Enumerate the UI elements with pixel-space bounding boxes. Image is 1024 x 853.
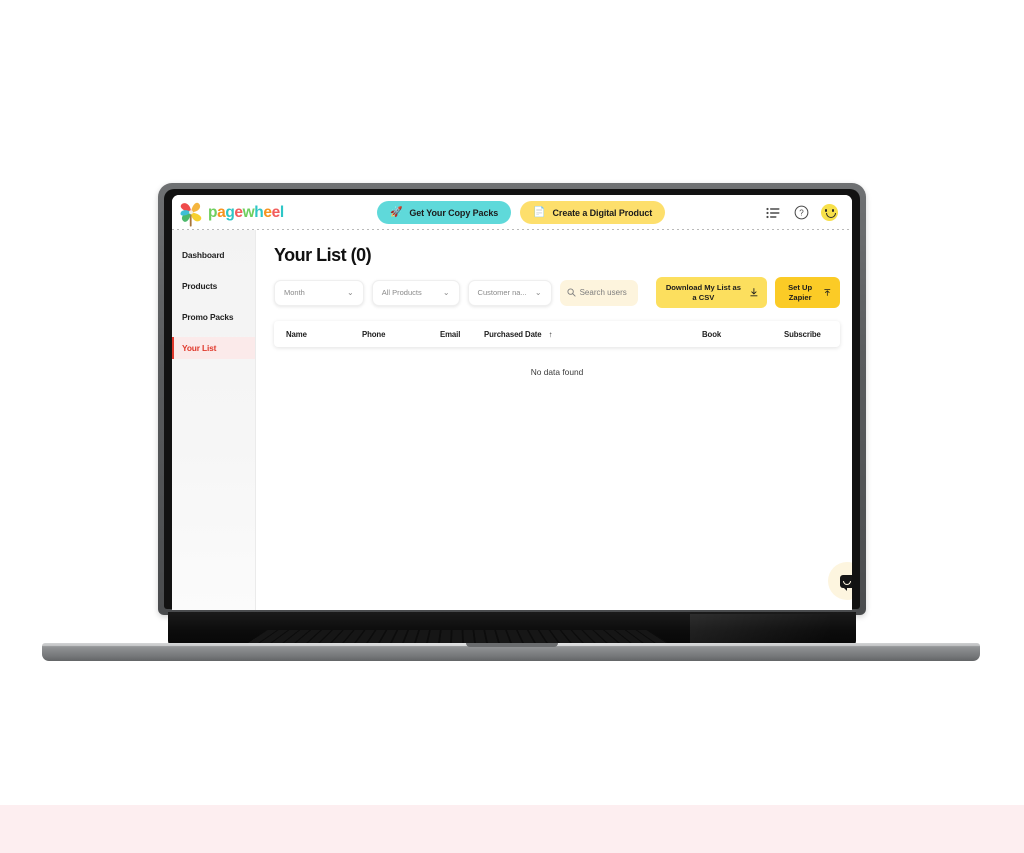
setup-zapier-button[interactable]: Set Up Zapier: [774, 277, 840, 308]
column-header-phone[interactable]: Phone: [362, 330, 440, 339]
month-filter-select[interactable]: Month ⌄: [274, 279, 364, 306]
customer-filter-select[interactable]: Customer na... ⌄: [467, 279, 552, 306]
column-header-subscribe[interactable]: Subscribe: [784, 330, 836, 339]
laptop-deck-reflection: [690, 614, 830, 644]
chevron-down-icon: ⌄: [534, 288, 542, 297]
brand-wordmark: pagewheel: [208, 203, 284, 221]
svg-text:?: ?: [799, 209, 804, 218]
month-filter-value: Month: [284, 288, 305, 297]
sidebar: Dashboard Products Promo Packs Your List: [172, 230, 256, 610]
column-header-purchased-date-label: Purchased Date: [484, 329, 542, 339]
search-users-input[interactable]: Search users: [559, 279, 638, 306]
products-filter-select[interactable]: All Products ⌄: [371, 279, 460, 306]
get-copy-packs-label: Get Your Copy Packs: [409, 207, 499, 218]
smiley-avatar-icon[interactable]: [821, 204, 838, 221]
search-users-placeholder: Search users: [579, 288, 627, 297]
setup-zapier-label: Set Up Zapier: [788, 283, 813, 302]
toolbar: Month ⌄ All Products ⌄ Customer na... ⌄: [274, 277, 840, 308]
laptop-screen: pagewheel 🚀 Get Your Copy Packs 📄 Create…: [172, 195, 852, 610]
chevron-down-icon: ⌄: [442, 288, 450, 297]
sidebar-item-label: Dashboard: [182, 250, 225, 260]
get-copy-packs-button[interactable]: 🚀 Get Your Copy Packs: [377, 201, 512, 224]
sidebar-item-promo-packs[interactable]: Promo Packs: [172, 306, 255, 328]
app-body: Dashboard Products Promo Packs Your List…: [172, 230, 852, 610]
column-header-email[interactable]: Email: [440, 330, 484, 339]
column-header-purchased-date[interactable]: Purchased Date ↑: [484, 330, 702, 339]
column-header-book[interactable]: Book: [702, 330, 784, 339]
download-csv-button[interactable]: Download My List as a CSV: [655, 277, 767, 308]
laptop-mockup: pagewheel 🚀 Get Your Copy Packs 📄 Create…: [0, 0, 1024, 853]
sidebar-item-your-list[interactable]: Your List: [172, 337, 255, 359]
document-icon: 📄: [533, 206, 546, 218]
chevron-down-icon: ⌄: [347, 288, 354, 297]
search-icon: [567, 288, 576, 297]
sidebar-item-label: Products: [182, 281, 218, 291]
laptop-base-notch: [466, 643, 558, 647]
sort-ascending-icon: ↑: [548, 329, 553, 339]
pinwheel-icon: [180, 202, 202, 226]
question-circle-icon[interactable]: ?: [793, 205, 809, 221]
chat-widget-button[interactable]: [828, 562, 852, 600]
rocket-icon: 🚀: [390, 206, 403, 218]
empty-state-message: No data found: [530, 367, 584, 377]
table-header-row: Name Phone Email Purchased Date ↑ Book S…: [274, 321, 840, 347]
download-csv-label: Download My List as a CSV: [665, 283, 741, 302]
column-header-name[interactable]: Name: [278, 330, 362, 339]
app-header: pagewheel 🚀 Get Your Copy Packs 📄 Create…: [172, 195, 852, 230]
create-digital-product-button[interactable]: 📄 Create a Digital Product: [520, 201, 666, 224]
create-digital-product-label: Create a Digital Product: [552, 207, 653, 218]
page-title: Your List (0): [274, 245, 372, 265]
header-icon-group: ?: [765, 204, 842, 221]
sidebar-item-label: Your List: [182, 343, 217, 353]
users-table: Name Phone Email Purchased Date ↑ Book S…: [274, 321, 840, 347]
list-icon[interactable]: [765, 205, 781, 221]
download-icon: [750, 288, 758, 297]
sidebar-item-dashboard[interactable]: Dashboard: [172, 244, 255, 266]
chat-bubble-icon: [839, 574, 852, 591]
main-content: Your List (0) Month ⌄ All Products ⌄ Cus…: [256, 230, 852, 610]
chat-smile-shape: [842, 580, 851, 585]
sidebar-item-label: Promo Packs: [182, 312, 234, 322]
brand-logo[interactable]: pagewheel: [176, 198, 294, 228]
laptop-keyboard: [248, 630, 668, 643]
header-cta-group: 🚀 Get Your Copy Packs 📄 Create a Digital…: [377, 201, 666, 224]
sidebar-item-products[interactable]: Products: [172, 275, 255, 297]
products-filter-value: All Products: [381, 288, 422, 297]
upload-icon: [824, 289, 831, 296]
customer-filter-value: Customer na...: [477, 288, 527, 297]
